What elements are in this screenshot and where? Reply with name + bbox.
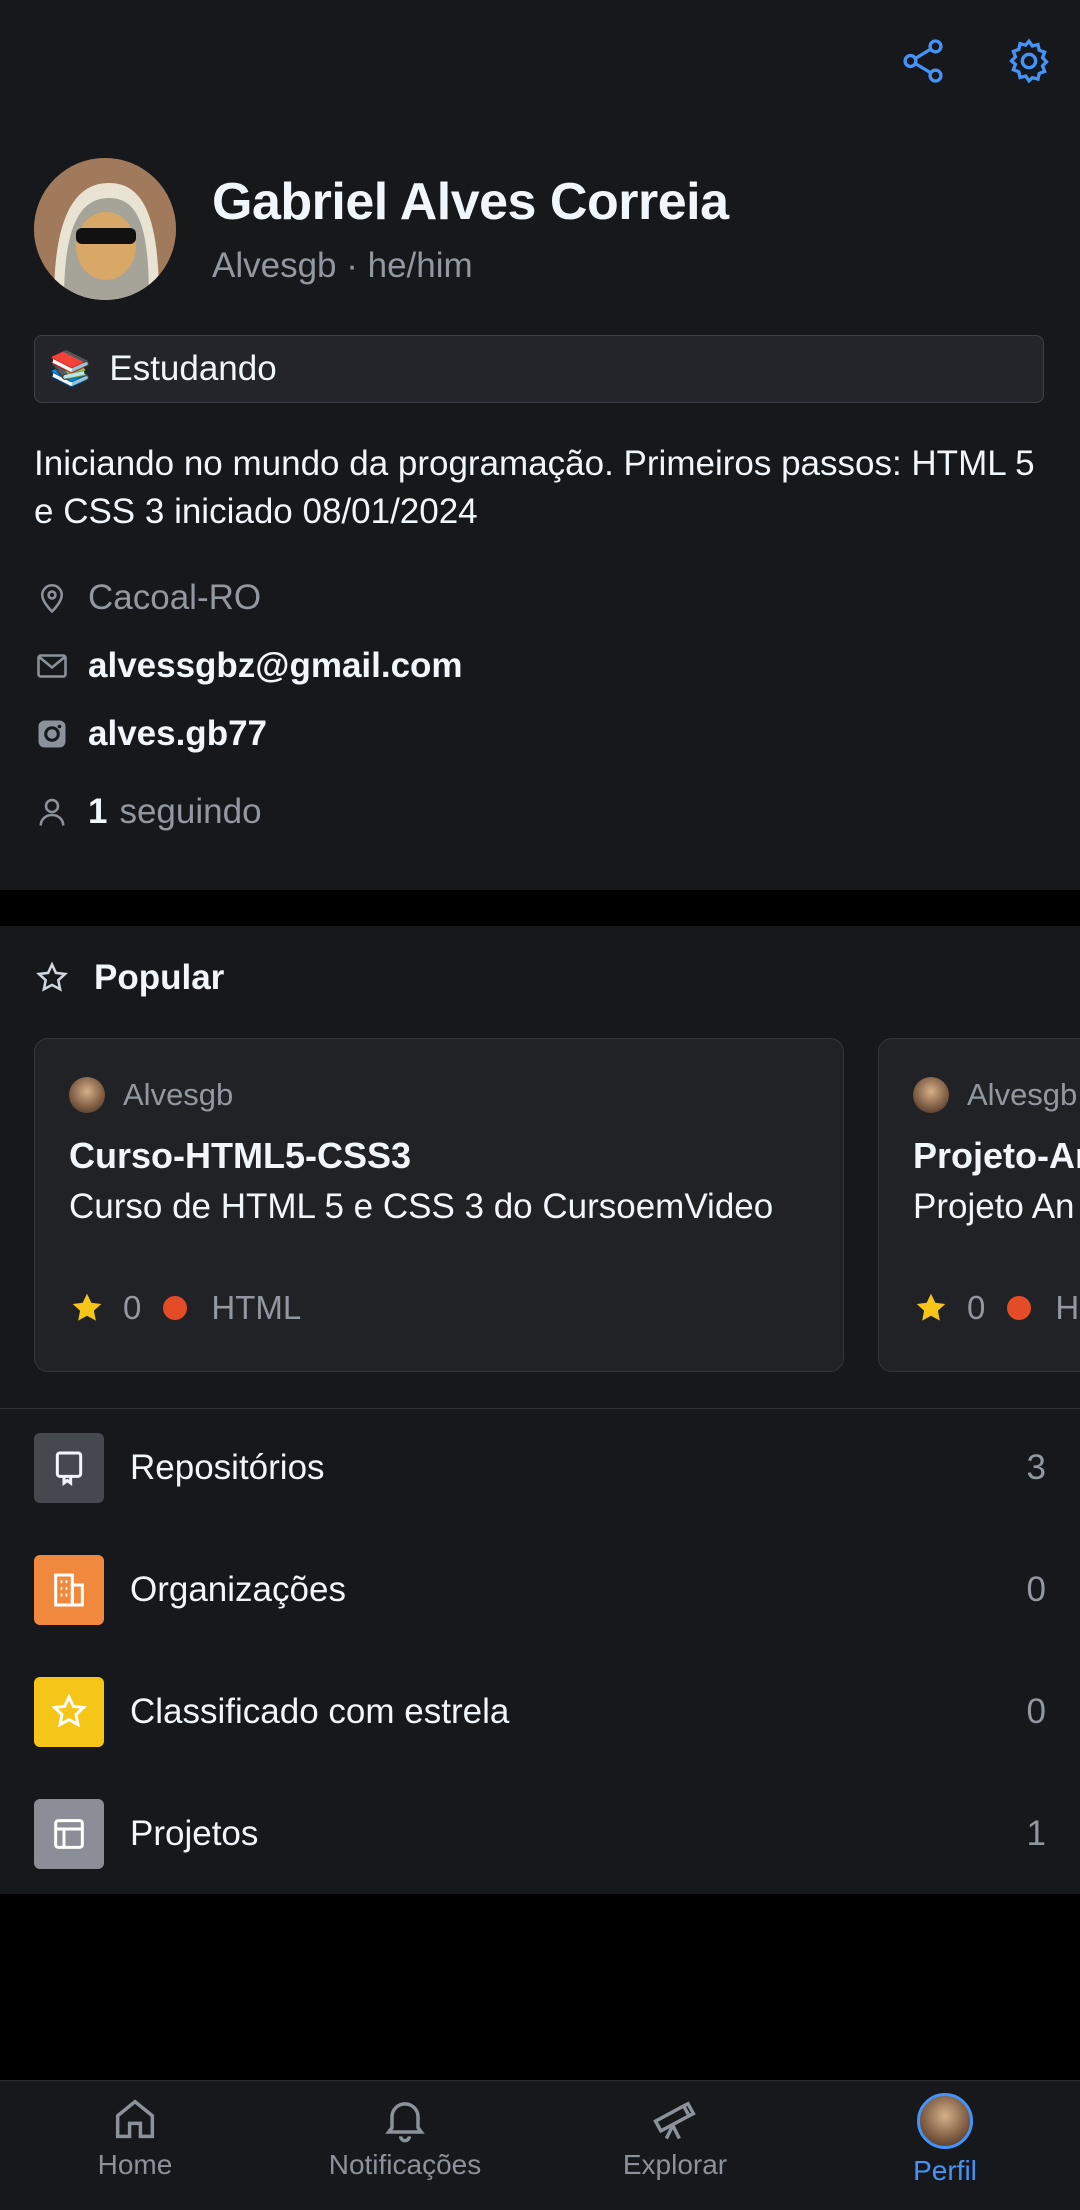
menu-label: Classificado com estrela xyxy=(130,1692,510,1731)
status-box[interactable]: 📚 Estudando xyxy=(34,335,1044,403)
profile-avatar-icon xyxy=(917,2093,973,2149)
repo-owner-name: Alvesgb xyxy=(123,1077,234,1112)
status-text: Estudando xyxy=(109,349,277,388)
mail-icon xyxy=(37,654,67,678)
instagram-row[interactable]: alves.gb77 xyxy=(34,714,267,754)
nav-profile-label: Perfil xyxy=(913,2155,977,2186)
share-icon[interactable] xyxy=(898,36,948,86)
project-icon xyxy=(34,1799,104,1869)
instagram-link[interactable]: alves.gb77 xyxy=(88,714,267,754)
popular-repo-card[interactable]: Alvesgb Curso-HTML5-CSS3 Curso de HTML 5… xyxy=(34,1038,844,1372)
person-icon xyxy=(39,798,65,826)
profile-name: Gabriel Alves Correia xyxy=(212,173,729,231)
repo-description: Projeto An xyxy=(913,1187,1075,1226)
star-icon xyxy=(34,1677,104,1747)
popular-section: Popular Alvesgb Curso-HTML5-CSS3 Curso d… xyxy=(0,926,1080,1894)
repo-owner-name: Alvesgb xyxy=(967,1077,1078,1112)
email-link[interactable]: alvessgbz@gmail.com xyxy=(88,646,463,686)
owner-avatar xyxy=(913,1077,949,1113)
repo-owner: Alvesgb xyxy=(913,1077,1077,1113)
location-pin-icon xyxy=(40,583,64,614)
popular-title: Popular xyxy=(94,958,225,997)
nav-notifications[interactable]: Notificações xyxy=(305,2093,505,2181)
repo-title: Curso-HTML5-CSS3 xyxy=(69,1135,412,1176)
nav-home[interactable]: Home xyxy=(35,2093,235,2181)
popular-repo-card[interactable]: Alvesgb Projeto-Ar Projeto An 0 H xyxy=(878,1038,1080,1372)
email-row[interactable]: alvessgbz@gmail.com xyxy=(34,646,463,686)
nav-notifications-label: Notificações xyxy=(328,2149,482,2180)
menu-label: Organizações xyxy=(130,1570,346,1609)
avatar[interactable] xyxy=(34,158,176,300)
instagram-icon xyxy=(38,720,66,748)
repo-meta: 0 H xyxy=(913,1289,1079,1327)
nav-explore[interactable]: Explorar xyxy=(575,2093,775,2181)
repo-title: Projeto-Ar xyxy=(913,1135,1080,1176)
menu-count: 0 xyxy=(1026,1692,1046,1731)
nav-profile[interactable]: Perfil xyxy=(845,2093,1045,2187)
bell-icon xyxy=(385,2102,425,2143)
star-filled-icon xyxy=(72,1293,102,1321)
nav-home-label: Home xyxy=(97,2149,173,2180)
following-label: seguindo xyxy=(119,792,262,831)
repo-star-count: 0 xyxy=(967,1289,986,1326)
nav-explore-label: Explorar xyxy=(622,2149,728,2180)
menu-count: 0 xyxy=(1026,1570,1046,1609)
home-icon xyxy=(115,2099,155,2139)
menu-label: Repositórios xyxy=(130,1448,325,1487)
popular-heading: Popular xyxy=(34,958,224,998)
star-filled-icon xyxy=(916,1293,946,1321)
star-outline-icon xyxy=(36,961,68,992)
following-count: 1 xyxy=(88,792,108,831)
location-row: Cacoal-RO xyxy=(34,578,261,618)
language-color-dot xyxy=(1007,1296,1032,1320)
menu-label: Projetos xyxy=(130,1814,259,1853)
telescope-icon xyxy=(653,2101,696,2140)
profile-header: Gabriel Alves Correia Alvesgb · he/him 📚… xyxy=(0,0,1080,890)
language-color-dot xyxy=(163,1296,188,1320)
organization-icon xyxy=(34,1555,104,1625)
repo-language: HTML xyxy=(211,1289,302,1326)
divider xyxy=(0,1408,1080,1409)
repo-language: H xyxy=(1055,1289,1080,1326)
following-row[interactable]: 1 seguindo xyxy=(34,792,262,832)
menu-item-repositories[interactable]: Repositórios 3 xyxy=(34,1432,1046,1504)
status-emoji: 📚 xyxy=(49,350,92,388)
repo-icon xyxy=(34,1433,104,1503)
profile-bio: Iniciando no mundo da programação. Prime… xyxy=(34,444,1035,531)
repo-owner: Alvesgb xyxy=(69,1077,233,1113)
menu-count: 3 xyxy=(1026,1448,1046,1487)
location-text: Cacoal-RO xyxy=(88,578,262,617)
settings-gear-icon[interactable] xyxy=(1004,36,1054,86)
top-actions xyxy=(898,36,1054,86)
menu-item-organizations[interactable]: Organizações 0 xyxy=(34,1554,1046,1626)
repo-description: Curso de HTML 5 e CSS 3 do CursoemVideo xyxy=(69,1187,774,1226)
menu-item-projects[interactable]: Projetos 1 xyxy=(34,1798,1046,1870)
menu-item-starred[interactable]: Classificado com estrela 0 xyxy=(34,1676,1046,1748)
bottom-navigation: Home Notificações Explorar Perfil xyxy=(0,2080,1080,2210)
owner-avatar xyxy=(69,1077,105,1113)
repo-meta: 0 HTML xyxy=(69,1289,301,1327)
profile-handle: Alvesgb · he/him xyxy=(212,246,473,285)
repo-star-count: 0 xyxy=(123,1289,142,1326)
menu-count: 1 xyxy=(1026,1814,1046,1853)
